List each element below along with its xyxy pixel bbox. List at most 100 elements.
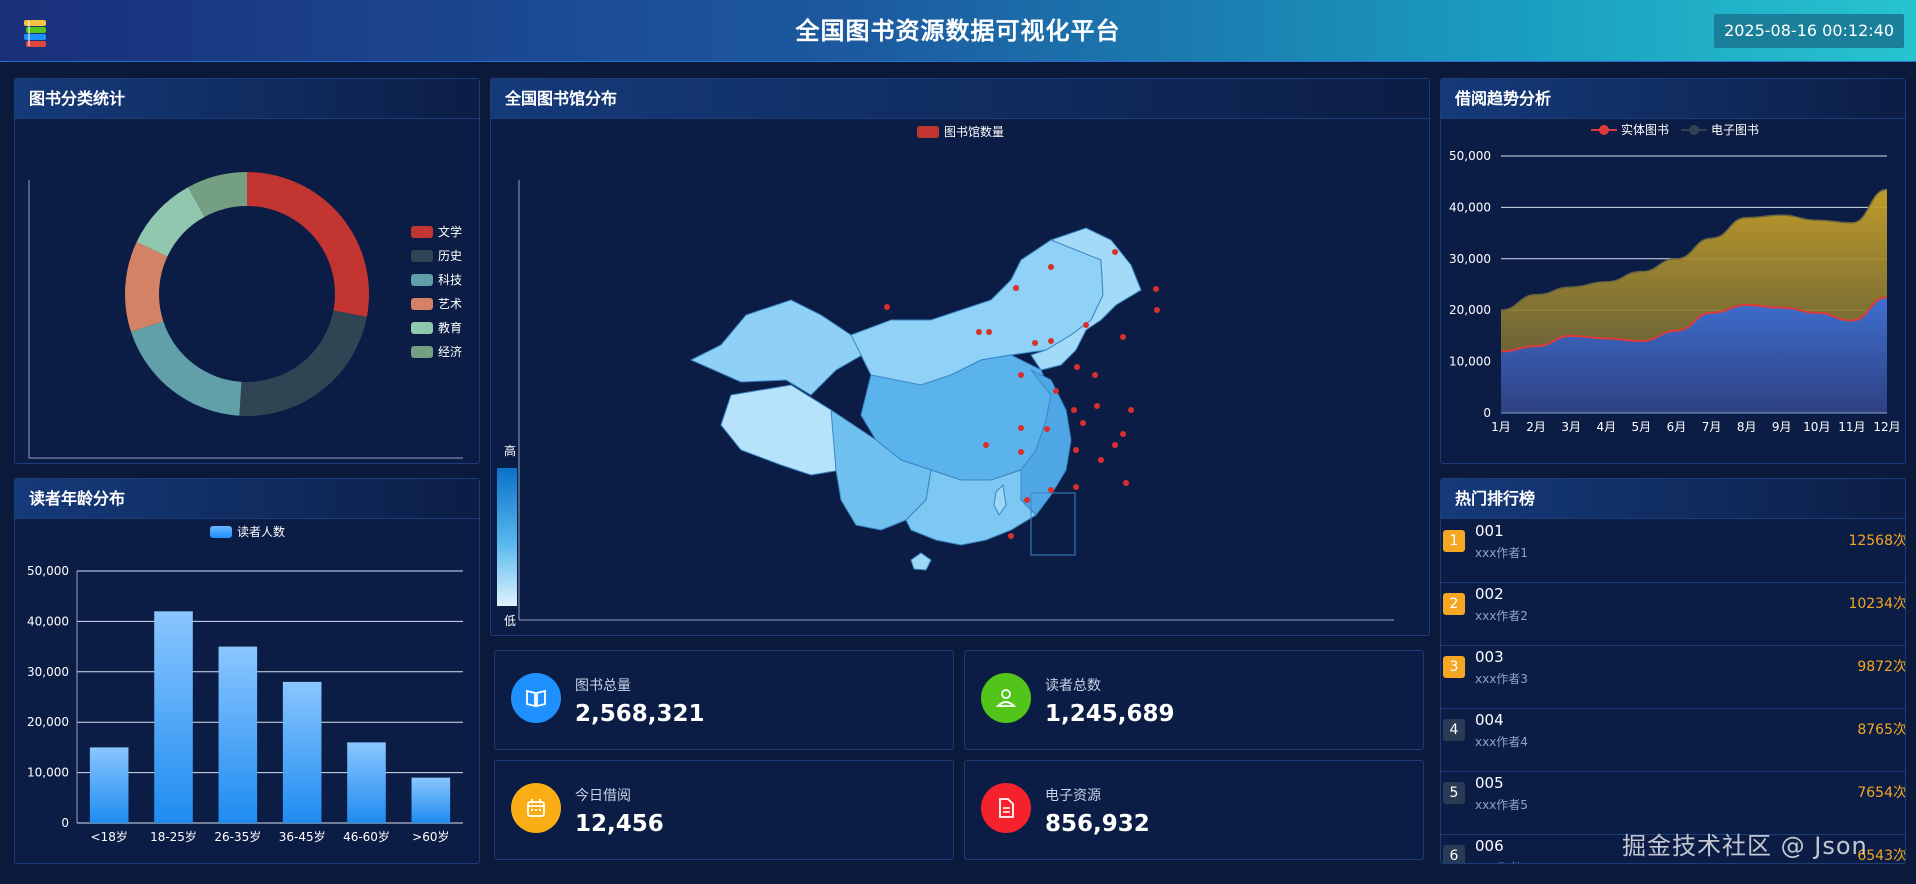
ranking-row[interactable]: 4 004 xxx作者4 8765次 [1441,709,1905,772]
library-point[interactable] [1013,285,1019,291]
visualmap-bar[interactable] [497,468,517,606]
library-point[interactable] [1018,449,1024,455]
library-point[interactable] [1112,442,1118,448]
library-point[interactable] [1120,334,1126,340]
donut-slice-2[interactable] [130,321,242,416]
library-point[interactable] [1018,425,1024,431]
rank-badge: 4 [1443,719,1465,741]
x-tick-label: 12月 [1873,420,1900,434]
china-provinces[interactable] [689,227,1142,571]
library-point[interactable] [884,304,890,310]
library-point[interactable] [1080,420,1086,426]
library-point[interactable] [1018,372,1024,378]
stat-card-eresources: 电子资源 856,932 [964,760,1424,860]
rank-book-name: 005 [1475,774,1504,792]
top-header: 全国图书资源数据可视化平台 2025-08-16 00:12:40 [0,0,1916,62]
x-tick-label: 5月 [1632,420,1652,434]
library-point[interactable] [1128,407,1134,413]
library-point[interactable] [1094,403,1100,409]
category-legend-item[interactable]: 艺术 [411,295,462,312]
donut-slice-0[interactable] [247,172,369,317]
rank-count: 10234次 [1848,596,1906,612]
bar-3[interactable] [282,681,322,823]
bar-5[interactable] [411,777,451,823]
rank-author: xxx作者1 [1475,546,1528,560]
y-tick-label: 10,000 [27,766,69,780]
library-point[interactable] [1073,484,1079,490]
rank-author: xxx作者6 [1475,859,1528,863]
legend-swatch [411,345,433,358]
category-legend-item[interactable]: 文学 [411,223,462,240]
category-legend-item[interactable]: 教育 [411,319,462,336]
stat-value: 856,932 [1045,811,1150,837]
category-legend-item[interactable]: 历史 [411,247,462,264]
x-tick-label: 26-35岁 [214,829,261,844]
legend-swatch [411,273,433,286]
library-point[interactable] [1044,426,1050,432]
donut-slice-3[interactable] [125,242,168,332]
trend-panel: 借阅趋势分析 实体图书 电子图书 0 10,000 20,000 30,000 40,0… [1440,78,1906,464]
library-point[interactable] [1053,388,1059,394]
category-legend-item[interactable]: 经济 [411,343,462,360]
library-point[interactable] [1120,431,1126,437]
y-tick-label: 50,000 [1449,149,1491,163]
legend-swatch [411,249,433,262]
rank-badge: 3 [1443,656,1465,678]
library-point[interactable] [1032,340,1038,346]
x-tick-label: 1月 [1491,420,1511,434]
x-tick-label: >60岁 [412,829,449,844]
china-library-map: 高 低 [497,180,1394,628]
ranking-row[interactable]: 1 001 xxx作者1 12568次 [1441,520,1905,583]
library-point[interactable] [1048,264,1054,270]
stat-label: 图书总量 [575,678,631,694]
x-tick-label: 9月 [1772,420,1792,434]
y-tick-label: 20,000 [27,715,69,729]
library-point[interactable] [1154,307,1160,313]
library-point[interactable] [1074,364,1080,370]
rank-author: xxx作者4 [1475,735,1528,749]
visualmap-low-label: 低 [504,614,516,628]
ranking-row[interactable]: 3 003 xxx作者3 9872次 [1441,646,1906,709]
library-point[interactable] [1098,457,1104,463]
library-point[interactable] [1073,447,1079,453]
library-point[interactable] [976,329,982,335]
region-tibet [720,384,852,476]
stat-value: 2,568,321 [575,701,705,727]
bar-0[interactable] [89,747,129,823]
bar-4[interactable] [347,742,386,823]
rank-author: xxx作者5 [1475,798,1528,812]
legend-swatch [411,297,433,310]
rank-book-name: 004 [1475,711,1504,729]
category-legend-item[interactable]: 科技 [411,271,462,288]
library-point[interactable] [1083,322,1089,328]
library-point[interactable] [1048,338,1054,344]
library-point[interactable] [1048,487,1054,493]
legend-label: 教育 [438,321,463,335]
legend-label: 历史 [438,249,463,263]
rank-count: 9872次 [1857,659,1906,675]
trend-area-chart: 0 10,000 20,000 30,000 40,000 50,000 1月 2月 3月 4月 5… [1449,149,1901,434]
library-point[interactable] [1024,497,1030,503]
bar-2[interactable] [218,646,258,823]
ranking-row[interactable]: 2 002 xxx作者2 10234次 [1441,583,1906,646]
stat-card-readers: 读者总数 1,245,689 [964,650,1424,750]
library-point[interactable] [1153,286,1159,292]
stat-card-books: 图书总量 2,568,321 [494,650,954,750]
donut-slice-1[interactable] [239,310,367,416]
library-point[interactable] [1123,480,1129,486]
library-point[interactable] [983,442,989,448]
y-tick-label: 20,000 [1449,303,1491,317]
library-point[interactable] [1112,249,1118,255]
library-point[interactable] [1071,407,1077,413]
library-point[interactable] [986,329,992,335]
stat-label: 今日借阅 [575,788,631,804]
x-tick-label: 10月 [1803,420,1830,434]
rank-badge: 1 [1443,530,1465,552]
library-point[interactable] [1008,533,1014,539]
category-panel-title: 图书分类统计 [15,79,479,119]
x-tick-label: 8月 [1737,420,1757,434]
library-point[interactable] [1092,372,1098,378]
bar-1[interactable] [154,611,193,823]
rank-book-name: 006 [1475,837,1504,855]
stat-value: 1,245,689 [1045,701,1175,727]
